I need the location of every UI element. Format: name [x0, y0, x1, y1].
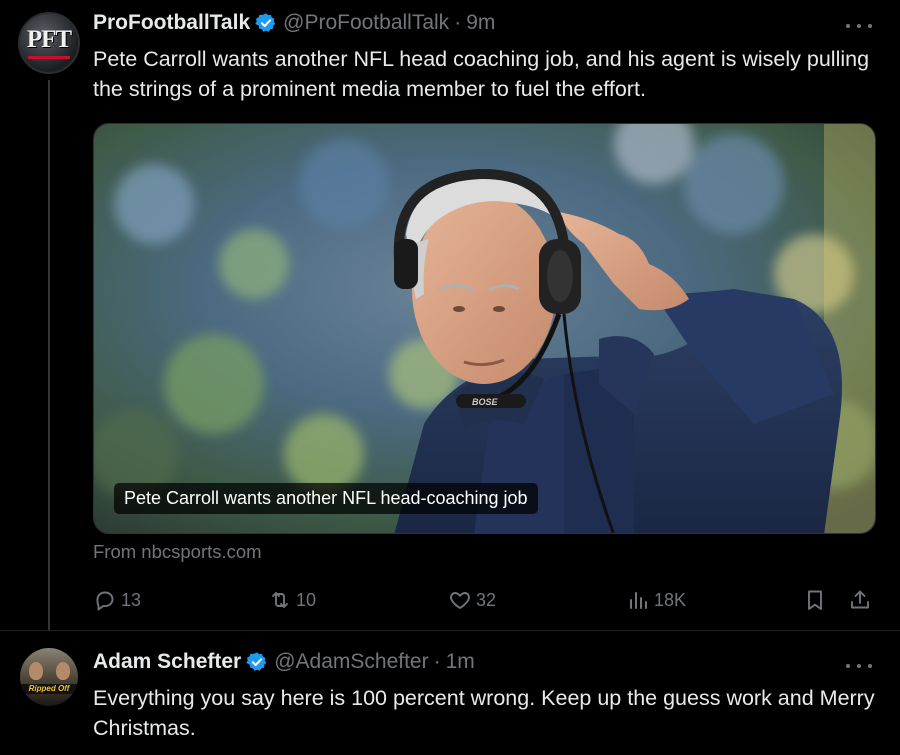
- tweet-header: Adam Schefter @AdamSchefter · 1m: [93, 650, 475, 674]
- headset-brand: BOSE: [472, 397, 499, 407]
- reply-count: 13: [121, 589, 142, 610]
- timestamp[interactable]: 9m: [466, 11, 495, 35]
- link-card[interactable]: BOSE Pete Carroll wants another NFL head…: [93, 123, 876, 534]
- logo-accent: [28, 56, 70, 59]
- avatar-profootballtalk[interactable]: PFT: [18, 12, 80, 74]
- share-button[interactable]: [848, 588, 876, 612]
- more-icon[interactable]: [846, 656, 872, 676]
- avatar-face: [29, 662, 43, 680]
- separator-dot: ·: [454, 11, 462, 34]
- repost-count: 10: [296, 589, 317, 610]
- separator-dot: ·: [433, 650, 441, 673]
- handle[interactable]: @ProFootballTalk: [283, 11, 449, 35]
- card-caption: Pete Carroll wants another NFL head-coac…: [114, 483, 538, 514]
- tweet-text: Everything you say here is 100 percent w…: [93, 686, 875, 740]
- like-count: 32: [476, 589, 497, 610]
- display-name[interactable]: ProFootballTalk: [93, 11, 250, 35]
- avatar-adamschefter[interactable]: Ripped Off: [20, 648, 78, 706]
- like-icon: [450, 592, 470, 609]
- thread-connector-line: [48, 80, 50, 630]
- pft-logo: PFT: [26, 26, 72, 53]
- like-button[interactable]: 32: [448, 588, 496, 612]
- more-icon[interactable]: [846, 16, 872, 36]
- tweet-adamschefter[interactable]: Adam Schefter @AdamSchefter · 1m Everyth…: [0, 630, 900, 755]
- verified-badge-icon: [255, 13, 276, 32]
- timestamp[interactable]: 1m: [446, 650, 475, 674]
- tweet-text: Pete Carroll wants another NFL head coac…: [93, 47, 870, 101]
- reply-icon: [96, 591, 114, 611]
- bookmark-button[interactable]: [803, 588, 831, 612]
- views-button[interactable]: 18K: [626, 588, 686, 612]
- avatar-face: [56, 662, 70, 680]
- views-count: 18K: [654, 589, 687, 610]
- repost-icon: [272, 592, 288, 608]
- verified-badge-icon: [246, 652, 267, 671]
- card-source[interactable]: From nbcsports.com: [93, 541, 262, 563]
- tweet-header: ProFootballTalk @ProFootballTalk · 9m: [93, 11, 495, 35]
- handle[interactable]: @AdamSchefter: [274, 650, 428, 674]
- card-image: BOSE: [94, 124, 875, 533]
- repost-button[interactable]: 10: [268, 588, 316, 612]
- views-icon: [630, 592, 647, 609]
- bookmark-icon: [808, 590, 822, 610]
- share-icon: [851, 590, 869, 609]
- reply-button[interactable]: 13: [93, 588, 141, 612]
- tweet-actions: 13 10 32 18K: [93, 588, 883, 612]
- display-name[interactable]: Adam Schefter: [93, 650, 241, 674]
- tweet-profootballtalk[interactable]: PFT ProFootballTalk @ProFootballTalk · 9…: [0, 0, 900, 630]
- avatar-logo-text: Ripped Off: [20, 684, 78, 694]
